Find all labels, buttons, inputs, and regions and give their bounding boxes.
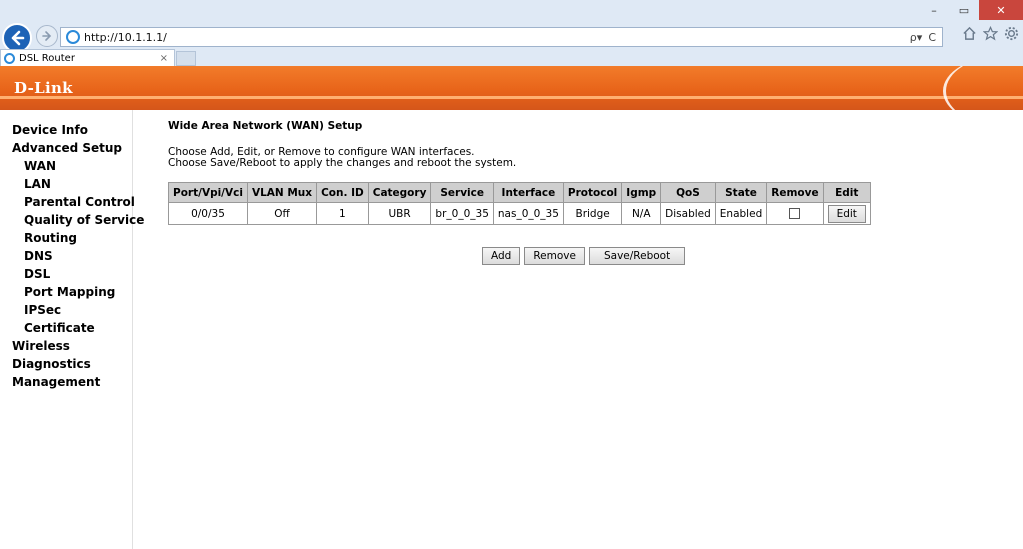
sidebar-item-device-info[interactable]: Device Info bbox=[0, 121, 132, 139]
sidebar-item-wan[interactable]: WAN bbox=[0, 157, 132, 175]
column-header-con-id: Con. ID bbox=[316, 182, 369, 203]
sidebar-item-quality-of-service[interactable]: Quality of Service bbox=[0, 211, 144, 229]
sidebar-item-dsl[interactable]: DSL bbox=[0, 265, 132, 283]
table-cell: 1 bbox=[316, 202, 369, 225]
table-cell: N/A bbox=[621, 202, 662, 225]
browser-toolbar-icons bbox=[962, 26, 1019, 41]
address-bar[interactable]: http://10.1.1.1/ ρ▾ C bbox=[60, 27, 943, 47]
restore-button[interactable]: ▭ bbox=[949, 0, 979, 20]
table-cell bbox=[766, 202, 824, 225]
table-cell: Off bbox=[246, 202, 318, 225]
sidebar-item-ipsec[interactable]: IPSec bbox=[0, 301, 132, 319]
table-header-row: Port/Vpi/Vci VLAN Mux Con. ID Category Servi… bbox=[168, 182, 871, 203]
table-body: 0/0/35 Off 1 UBR br_0_0_35 nas_0_0_35 Bridge N/… bbox=[168, 202, 871, 225]
column-header-service: Service bbox=[430, 182, 494, 203]
sidebar-item-certificate[interactable]: Certificate bbox=[0, 319, 132, 337]
table-cell: Enabled bbox=[714, 202, 768, 225]
add-button[interactable]: Add bbox=[482, 247, 521, 265]
header-stripe bbox=[0, 96, 1023, 99]
table-cell: Disabled bbox=[660, 202, 716, 225]
column-header-port-vpi-vci: Port/Vpi/Vci bbox=[168, 182, 248, 203]
window-controls: – ▭ ✕ bbox=[919, 0, 1023, 20]
wan-interfaces-table: Port/Vpi/Vci VLAN Mux Con. ID Category Servi… bbox=[168, 182, 871, 225]
browser-chrome: – ▭ ✕ http://10.1.1.1/ ρ▾ C DSL Router × bbox=[0, 0, 1023, 66]
table-cell: UBR bbox=[367, 202, 432, 225]
column-header-vlan-mux: VLAN Mux bbox=[246, 182, 318, 203]
content-area: Device Info Advanced Setup WAN LAN Parental … bbox=[0, 110, 1023, 549]
remove-checkbox[interactable] bbox=[789, 208, 801, 219]
arrow-left-icon bbox=[11, 30, 25, 46]
remove-button[interactable]: Remove bbox=[524, 247, 585, 265]
sidebar-item-lan[interactable]: LAN bbox=[0, 175, 132, 193]
table-cell: br_0_0_35 bbox=[430, 202, 494, 225]
table-row: 0/0/35 Off 1 UBR br_0_0_35 nas_0_0_35 Bridge N/… bbox=[168, 202, 871, 225]
column-header-qos: QoS bbox=[660, 182, 716, 203]
address-tools: ρ▾ C bbox=[910, 31, 942, 44]
brand-header: D-Link bbox=[0, 66, 1023, 110]
close-window-button[interactable]: ✕ bbox=[979, 0, 1023, 20]
sidebar-item-port-mapping[interactable]: Port Mapping bbox=[0, 283, 132, 301]
table-cell: Edit bbox=[822, 202, 871, 225]
sidebar-item-routing[interactable]: Routing bbox=[0, 229, 132, 247]
table-cell: Bridge bbox=[562, 202, 623, 225]
forward-button[interactable] bbox=[36, 25, 58, 47]
search-dropdown-icon[interactable]: ρ▾ bbox=[910, 31, 923, 44]
sidebar-item-parental-control[interactable]: Parental Control bbox=[0, 193, 135, 211]
tab-dsl-router[interactable]: DSL Router × bbox=[0, 49, 175, 66]
gear-icon[interactable] bbox=[1004, 26, 1019, 41]
column-header-igmp: Igmp bbox=[621, 182, 662, 203]
dlink-logo: D-Link bbox=[14, 79, 73, 97]
home-icon[interactable] bbox=[962, 26, 977, 41]
star-icon[interactable] bbox=[983, 26, 998, 41]
action-buttons: Add Remove Save/Reboot bbox=[482, 247, 686, 265]
sidebar-item-wireless[interactable]: Wireless bbox=[0, 337, 132, 355]
new-tab-button[interactable] bbox=[176, 51, 196, 66]
sidebar-item-advanced-setup[interactable]: Advanced Setup bbox=[0, 139, 132, 157]
header-curve-decoration bbox=[943, 66, 1023, 110]
ie-icon bbox=[4, 52, 15, 64]
sidebar-item-dns[interactable]: DNS bbox=[0, 247, 132, 265]
sidebar-item-management[interactable]: Management bbox=[0, 373, 132, 391]
column-header-state: State bbox=[714, 182, 768, 203]
column-header-edit: Edit bbox=[822, 182, 871, 203]
close-tab-icon[interactable]: × bbox=[160, 53, 168, 64]
refresh-icon[interactable]: C bbox=[928, 31, 936, 44]
ie-icon bbox=[66, 30, 80, 44]
column-header-remove: Remove bbox=[766, 182, 824, 203]
table-cell: nas_0_0_35 bbox=[492, 202, 564, 225]
column-header-interface: Interface bbox=[492, 182, 564, 203]
edit-button[interactable]: Edit bbox=[827, 204, 866, 223]
table-cell: 0/0/35 bbox=[168, 202, 248, 225]
tab-strip: DSL Router × bbox=[0, 49, 1023, 66]
save-reboot-button[interactable]: Save/Reboot bbox=[588, 247, 686, 265]
tab-title: DSL Router bbox=[19, 52, 75, 64]
arrow-right-icon bbox=[42, 31, 52, 41]
column-header-protocol: Protocol bbox=[562, 182, 623, 203]
page-title: Wide Area Network (WAN) Setup bbox=[168, 120, 363, 132]
minimize-button[interactable]: – bbox=[919, 0, 949, 20]
description-line-2: Choose Save/Reboot to apply the changes … bbox=[168, 157, 517, 169]
sidebar-item-diagnostics[interactable]: Diagnostics bbox=[0, 355, 132, 373]
column-header-category: Category bbox=[367, 182, 432, 203]
url-text[interactable]: http://10.1.1.1/ bbox=[84, 31, 167, 44]
sidebar-menu: Device Info Advanced Setup WAN LAN Parental … bbox=[0, 110, 144, 549]
